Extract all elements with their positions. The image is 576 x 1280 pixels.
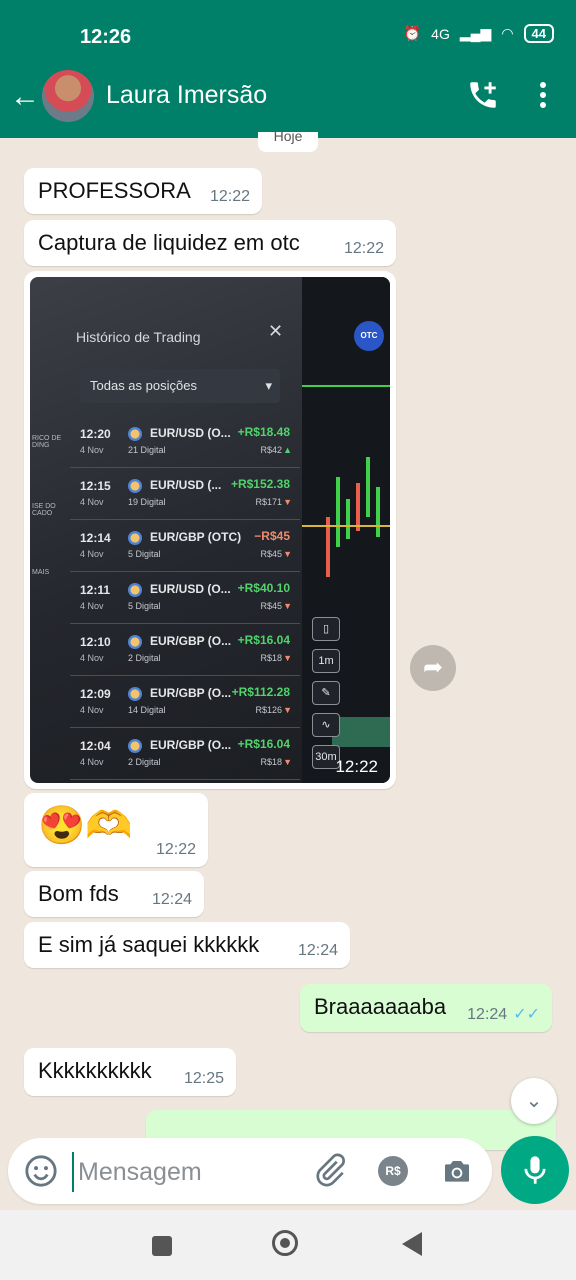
message-bubble[interactable]: Kkkkkkkkkk 12:25	[24, 1048, 236, 1096]
candle	[366, 457, 370, 517]
panel-title: Histórico de Trading	[76, 329, 201, 345]
message-time: 12:22	[209, 188, 250, 205]
asset-icon	[128, 583, 142, 597]
emoji-message: 😍🫶	[38, 805, 133, 847]
indicator-area	[332, 717, 390, 747]
close-icon: ✕	[268, 321, 284, 341]
day-chip: Hoje	[258, 132, 318, 152]
emoji-icon[interactable]	[24, 1154, 58, 1188]
message-text: E sim já saquei kkkkkk	[38, 932, 260, 957]
status-time: 12:26	[80, 26, 132, 48]
message-bubble-outgoing[interactable]: Braaaaaaaba 12:24 ✓✓	[300, 984, 552, 1032]
message-time: 12:24	[151, 891, 192, 908]
attach-icon[interactable]	[312, 1152, 348, 1188]
trade-row: 12:09 4 Nov EUR/GBP (O... 14 Digital +R$1…	[70, 677, 300, 728]
system-back-icon[interactable]	[402, 1232, 422, 1256]
indicator-tool-icon: ∿	[312, 713, 340, 737]
message-time: 12:24	[297, 942, 338, 959]
trade-row: 12:14 4 Nov EUR/GBP (OTC) 5 Digital −R$45…	[70, 521, 300, 572]
trade-row: 12:11 4 Nov EUR/USD (O... 5 Digital +R$40…	[70, 573, 300, 624]
microphone-icon	[524, 1156, 546, 1184]
message-bubble[interactable]: Bom fds 12:24	[24, 871, 204, 917]
chat-area: Hoje PROFESSORA 12:22 Captura de liquide…	[0, 132, 576, 1210]
price-chart-area	[302, 277, 390, 783]
chart-tool: ▯	[312, 617, 340, 641]
message-time: 12:25	[183, 1070, 224, 1087]
image-message[interactable]: RICO DE DING ISE DO CADO MAIS Histórico …	[24, 271, 396, 789]
trade-row: 12:20 4 Nov EUR/USD (O... 21 Digital +R$1…	[70, 417, 300, 468]
alarm-icon: ⏰	[403, 25, 422, 41]
app-header: 12:26 ⏰ 4G ▂▄▆ ◠ 44 ← Laura Imersão	[0, 0, 576, 138]
asset-icon	[128, 687, 142, 701]
asset-icon	[128, 427, 142, 441]
level-line	[302, 525, 390, 527]
photo-side-menu: RICO DE DING ISE DO CADO MAIS	[32, 435, 62, 576]
wifi-icon: ◠	[501, 25, 514, 41]
arrow-up-icon: ▲	[283, 445, 292, 455]
otc-badge: OTC	[354, 321, 384, 351]
message-composer: R$	[8, 1138, 492, 1204]
message-input[interactable]	[72, 1152, 300, 1192]
status-icons: ⏰ 4G ▂▄▆ ◠ 44	[404, 24, 554, 43]
network-type: 4G	[431, 25, 450, 42]
candle	[376, 487, 380, 537]
message-text: Bom fds	[38, 881, 119, 906]
message-time: 12:22	[155, 841, 196, 858]
contact-name[interactable]: Laura Imersão	[106, 81, 267, 110]
message-text: Captura de liquidez em otc	[38, 230, 300, 255]
position-filter: Todas as posições ▾	[80, 369, 280, 403]
recent-apps-icon[interactable]	[152, 1236, 172, 1256]
message-time: 12:22	[335, 757, 378, 776]
arrow-down-icon: ▼	[283, 497, 292, 507]
trading-screenshot-photo[interactable]: RICO DE DING ISE DO CADO MAIS Histórico …	[30, 277, 390, 783]
trade-row: 12:10 4 Nov EUR/GBP (O... 2 Digital +R$16…	[70, 625, 300, 676]
candle	[346, 499, 350, 539]
forward-icon[interactable]: ➦	[410, 645, 456, 691]
system-nav-bar	[0, 1210, 576, 1280]
message-time: 12:24 ✓✓	[467, 1006, 540, 1023]
back-arrow-icon[interactable]: ←	[10, 80, 40, 114]
trade-row: 12:04 4 Nov EUR/GBP (O... 2 Digital +R$16…	[70, 729, 300, 780]
arrow-down-icon: ▼	[283, 549, 292, 559]
timeframe-1m: 1m	[312, 649, 340, 673]
asset-icon	[128, 739, 142, 753]
trade-row: 12:15 4 Nov EUR/USD (... 19 Digital +R$15…	[70, 469, 300, 520]
asset-icon	[128, 479, 142, 493]
draw-tool-icon: ✎	[312, 681, 340, 705]
message-time: 12:22	[343, 240, 384, 257]
asset-icon	[128, 531, 142, 545]
message-bubble[interactable]: 😍🫶 12:22	[24, 793, 208, 867]
candle	[336, 477, 340, 547]
arrow-down-icon: ▼	[283, 705, 292, 715]
message-bubble[interactable]: E sim já saquei kkkkkk 12:24	[24, 922, 350, 968]
camera-icon[interactable]	[440, 1155, 474, 1187]
signal-icon: ▂▄▆	[459, 25, 492, 41]
add-call-icon[interactable]	[466, 78, 500, 112]
voice-record-button[interactable]	[501, 1136, 569, 1204]
message-text: Kkkkkkkkkk	[38, 1058, 152, 1083]
message-bubble[interactable]: Captura de liquidez em otc 12:22	[24, 220, 396, 266]
caret-down-icon: ▾	[265, 378, 272, 393]
avatar[interactable]	[42, 70, 94, 122]
arrow-down-icon: ▼	[283, 601, 292, 611]
read-ticks-icon: ✓✓	[513, 1006, 540, 1023]
scroll-down-icon[interactable]: ⌄	[511, 1078, 557, 1124]
message-text: PROFESSORA	[38, 178, 191, 203]
arrow-down-icon: ▼	[283, 653, 292, 663]
more-options-icon[interactable]	[540, 82, 546, 112]
candle	[356, 483, 360, 531]
price-line	[302, 385, 390, 387]
payment-icon[interactable]: R$	[378, 1156, 408, 1186]
message-text: Braaaaaaaba	[314, 994, 447, 1019]
message-bubble[interactable]: PROFESSORA 12:22	[24, 168, 262, 214]
battery-level: 44	[523, 24, 554, 43]
arrow-down-icon: ▼	[283, 757, 292, 767]
asset-icon	[128, 635, 142, 649]
home-icon[interactable]	[272, 1230, 298, 1256]
